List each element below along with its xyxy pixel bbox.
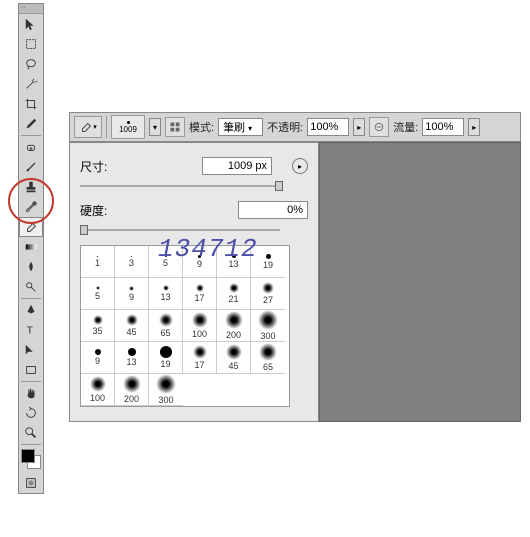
color-swatches[interactable]	[19, 447, 43, 471]
brush-preset[interactable]: 5	[81, 278, 115, 310]
eyedropper-tool[interactable]	[19, 114, 43, 134]
canvas-area[interactable]	[319, 142, 521, 422]
brush-preset[interactable]: 17	[183, 342, 217, 374]
history-brush-tool[interactable]	[19, 197, 43, 217]
flyout-button[interactable]: ▸	[292, 158, 308, 174]
current-tool-icon[interactable]: ▾	[74, 116, 102, 138]
brush-preset[interactable]: 1	[81, 246, 115, 278]
brush-preset[interactable]: 19	[149, 342, 183, 374]
brush-preset[interactable]: 200	[217, 310, 251, 342]
brush-preset[interactable]: 300	[149, 374, 183, 406]
brush-preset[interactable]: 5	[149, 246, 183, 278]
type-tool[interactable]: T	[19, 320, 43, 340]
stamp-tool[interactable]	[19, 177, 43, 197]
brush-tool[interactable]	[19, 157, 43, 177]
flow-input[interactable]	[422, 118, 464, 136]
brush-preset[interactable]: 35	[81, 310, 115, 342]
hardness-input[interactable]	[238, 201, 308, 219]
size-input[interactable]	[202, 157, 272, 175]
brush-preset[interactable]: 100	[183, 310, 217, 342]
brush-preset[interactable]: 13	[149, 278, 183, 310]
brush-preset[interactable]: 45	[115, 310, 149, 342]
brush-preset[interactable]: 9	[115, 278, 149, 310]
flow-arrow[interactable]: ▸	[468, 118, 480, 136]
brush-preset-picker[interactable]: 1009	[111, 115, 145, 139]
brush-preset[interactable]: 9	[81, 342, 115, 374]
brush-size-label: 1009	[119, 125, 137, 134]
options-bar: ▾ 1009 ▾ 模式: 筆刷 ▾ 不透明: ▸ 流量: ▸	[69, 112, 521, 142]
size-slider[interactable]	[80, 179, 280, 193]
opacity-label: 不透明:	[267, 119, 303, 135]
path-tool[interactable]	[19, 340, 43, 360]
eraser-tool[interactable]	[19, 217, 43, 237]
shape-tool[interactable]	[19, 360, 43, 380]
wand-tool[interactable]	[19, 74, 43, 94]
tool-palette: ·· T	[18, 3, 44, 494]
brush-preset[interactable]: 27	[251, 278, 285, 310]
brush-preset[interactable]: 13	[115, 342, 149, 374]
toolbar-grip[interactable]: ··	[19, 4, 43, 14]
move-tool[interactable]	[19, 14, 43, 34]
lasso-tool[interactable]	[19, 54, 43, 74]
svg-text:T: T	[27, 325, 34, 337]
dodge-tool[interactable]	[19, 277, 43, 297]
brush-preset[interactable]: 100	[81, 374, 115, 406]
pen-tool[interactable]	[19, 300, 43, 320]
heal-tool[interactable]	[19, 137, 43, 157]
mode-select[interactable]: 筆刷 ▾	[218, 118, 263, 136]
fg-swatch[interactable]	[21, 449, 35, 463]
mask-mode[interactable]	[19, 473, 43, 493]
crop-tool[interactable]	[19, 94, 43, 114]
flow-label: 流量:	[393, 119, 418, 135]
brush-preset[interactable]: 65	[149, 310, 183, 342]
brush-panel-toggle[interactable]	[165, 117, 185, 137]
brush-preset[interactable]: 17	[183, 278, 217, 310]
gradient-tool[interactable]	[19, 237, 43, 257]
brush-preset[interactable]: 65	[251, 342, 285, 374]
marquee-tool[interactable]	[19, 34, 43, 54]
brush-dropdown[interactable]: ▾	[149, 118, 161, 136]
brush-preset[interactable]: 21	[217, 278, 251, 310]
size-label: 尺寸:	[80, 158, 130, 175]
hand-tool[interactable]	[19, 383, 43, 403]
pressure-opacity-icon[interactable]	[369, 117, 389, 137]
brush-preset[interactable]: 13	[217, 246, 251, 278]
brush-grid: 1359131959131721273545651002003009131917…	[80, 245, 290, 407]
brush-preset[interactable]: 200	[115, 374, 149, 406]
brush-preset[interactable]: 300	[251, 310, 285, 342]
mode-label: 模式:	[189, 119, 214, 135]
blur-tool[interactable]	[19, 257, 43, 277]
hardness-slider[interactable]	[80, 223, 280, 237]
brush-preset-panel: 尺寸: ▸ 硬度: 135913195913172127354565100200…	[69, 142, 319, 422]
hardness-label: 硬度:	[80, 202, 130, 219]
rotate-tool[interactable]	[19, 403, 43, 423]
opacity-input[interactable]	[307, 118, 349, 136]
brush-preset[interactable]: 45	[217, 342, 251, 374]
zoom-tool[interactable]	[19, 423, 43, 443]
brush-preset[interactable]: 9	[183, 246, 217, 278]
brush-preset[interactable]: 19	[251, 246, 285, 278]
opacity-arrow[interactable]: ▸	[353, 118, 365, 136]
brush-preset[interactable]: 3	[115, 246, 149, 278]
